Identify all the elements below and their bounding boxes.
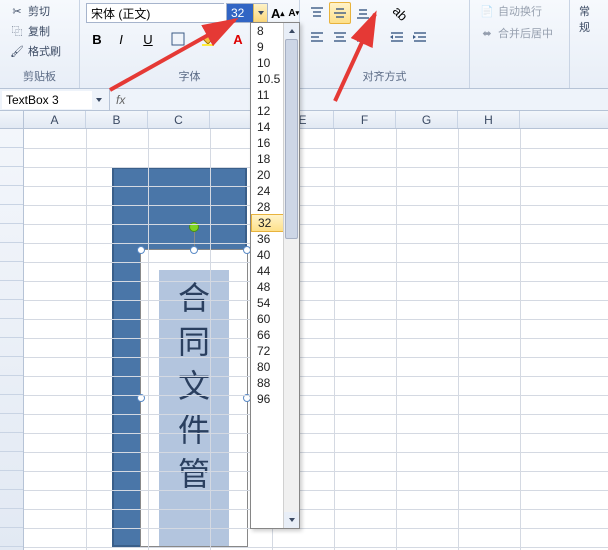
font-size-dropdown-list[interactable]: 891010.511121416182024283236404448546066…	[250, 22, 300, 529]
wrap-icon: 📄	[479, 3, 495, 19]
row-header[interactable]	[0, 471, 23, 490]
row-header[interactable]	[0, 357, 23, 376]
row-header[interactable]	[0, 300, 23, 319]
row-headers	[0, 129, 24, 550]
scissors-icon: ✂	[9, 3, 25, 19]
textbox-text[interactable]: 合同文件管	[159, 270, 229, 546]
row-header[interactable]	[0, 262, 23, 281]
font-name-combo[interactable]	[86, 3, 224, 23]
handle-n[interactable]	[190, 246, 198, 254]
row-header[interactable]	[0, 319, 23, 338]
row-header[interactable]	[0, 148, 23, 167]
cut-button[interactable]: ✂ 剪切	[6, 2, 73, 20]
fill-color-button[interactable]	[194, 28, 222, 50]
clipboard-label: 剪贴板	[6, 68, 73, 86]
row-header[interactable]	[0, 452, 23, 471]
clipboard-group: ✂ 剪切 ⿻ 复制 🖌 格式刷 剪贴板	[0, 0, 80, 88]
textbox-selected[interactable]: 合同文件管	[140, 249, 248, 547]
copy-button[interactable]: ⿻ 复制	[6, 22, 73, 40]
row-header[interactable]	[0, 281, 23, 300]
scroll-thumb[interactable]	[285, 39, 298, 239]
select-all-corner[interactable]	[0, 111, 24, 128]
name-box-dropdown[interactable]	[96, 98, 102, 102]
number-format-label: 常规	[579, 3, 597, 35]
row-header[interactable]	[0, 528, 23, 547]
row-header[interactable]	[0, 509, 23, 528]
increase-indent-button[interactable]	[409, 26, 431, 48]
align-bottom-button[interactable]	[352, 2, 374, 24]
font-size-dropdown[interactable]	[253, 4, 267, 22]
align-top-button[interactable]	[306, 2, 328, 24]
wrap-text-button[interactable]: 📄 自动换行	[476, 2, 563, 20]
orientation-button[interactable]: ab	[386, 2, 414, 24]
row-header[interactable]	[0, 186, 23, 205]
cells-group: 📄 自动换行 ⬌ 合并后居中	[470, 0, 570, 88]
row-header[interactable]	[0, 395, 23, 414]
cut-label: 剪切	[28, 3, 50, 19]
underline-button[interactable]: U	[134, 28, 162, 50]
row-header[interactable]	[0, 243, 23, 262]
style-group: 常规	[570, 0, 606, 88]
column-header-B[interactable]: B	[86, 111, 148, 128]
italic-button[interactable]: I	[110, 28, 132, 50]
shrink-font-button[interactable]: A▾	[287, 2, 300, 24]
ribbon: ✂ 剪切 ⿻ 复制 🖌 格式刷 剪贴板	[0, 0, 608, 89]
grid-body: 合同文件管	[0, 129, 608, 550]
scroll-up-button[interactable]	[284, 23, 299, 39]
name-box-input[interactable]	[2, 91, 92, 109]
font-color-button[interactable]: A	[224, 28, 252, 50]
copy-icon: ⿻	[9, 23, 25, 39]
format-painter-label: 格式刷	[28, 43, 61, 59]
row-header[interactable]	[0, 224, 23, 243]
row-header[interactable]	[0, 129, 23, 148]
column-header-F[interactable]: F	[334, 111, 396, 128]
formula-bar: fx	[0, 89, 608, 111]
dropdown-scrollbar[interactable]	[283, 23, 299, 528]
cells-area[interactable]: 合同文件管	[24, 129, 608, 550]
fx-icon[interactable]: fx	[116, 93, 125, 107]
column-header-C[interactable]: C	[148, 111, 210, 128]
bold-button[interactable]: B	[86, 28, 108, 50]
scroll-down-button[interactable]	[284, 512, 299, 528]
align-center-button[interactable]	[329, 26, 351, 48]
row-header[interactable]	[0, 205, 23, 224]
align-right-button[interactable]	[352, 26, 374, 48]
merge-center-button[interactable]: ⬌ 合并后居中	[476, 24, 563, 42]
bucket-icon	[200, 31, 216, 47]
copy-label: 复制	[28, 23, 50, 39]
border-button[interactable]	[164, 28, 192, 50]
row-header[interactable]	[0, 490, 23, 509]
number-format-button[interactable]: 常规	[576, 2, 600, 36]
align-left-button[interactable]	[306, 26, 328, 48]
row-header[interactable]	[0, 433, 23, 452]
wrap-label: 自动换行	[498, 3, 542, 19]
merge-icon: ⬌	[479, 25, 495, 41]
row-header[interactable]	[0, 167, 23, 186]
row-header[interactable]	[0, 338, 23, 357]
align-group: ab 对齐方式	[300, 0, 470, 88]
decrease-indent-button[interactable]	[386, 26, 408, 48]
grow-font-button[interactable]: A▴	[270, 2, 285, 24]
name-box[interactable]	[0, 89, 110, 110]
row-header[interactable]	[0, 414, 23, 433]
cells-group-label	[476, 84, 563, 86]
column-header-A[interactable]: A	[24, 111, 86, 128]
merge-label: 合并后居中	[498, 25, 553, 41]
border-icon	[170, 31, 186, 47]
handle-nw[interactable]	[137, 246, 145, 254]
align-middle-button[interactable]	[329, 2, 351, 24]
align-group-label: 对齐方式	[306, 68, 463, 86]
brush-icon: 🖌	[9, 43, 25, 59]
format-painter-button[interactable]: 🖌 格式刷	[6, 42, 73, 60]
font-size-combo[interactable]	[226, 3, 268, 23]
column-headers: ABCEFGH	[0, 111, 608, 129]
row-header[interactable]	[0, 376, 23, 395]
column-header-H[interactable]: H	[458, 111, 520, 128]
column-header-G[interactable]: G	[396, 111, 458, 128]
font-size-input[interactable]	[227, 4, 253, 22]
